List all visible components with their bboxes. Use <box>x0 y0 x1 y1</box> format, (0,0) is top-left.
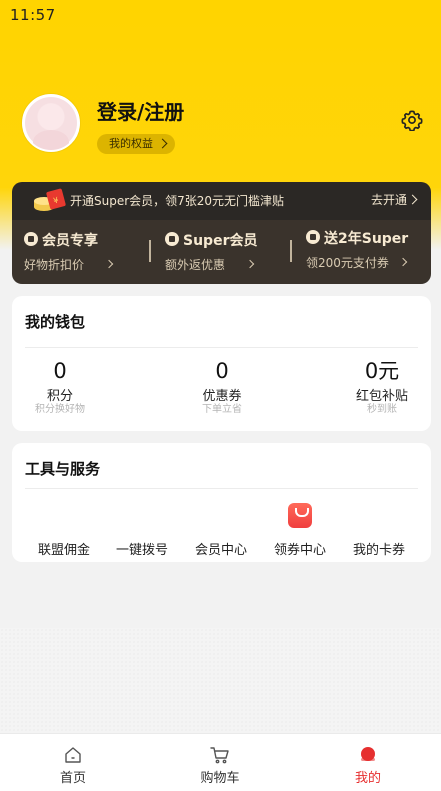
benefit-super[interactable]: Super会员 额外返优惠 <box>165 230 285 276</box>
profile-dot-icon <box>361 747 375 761</box>
crown-icon <box>165 232 179 246</box>
tool-label: 一键拨号 <box>115 543 168 558</box>
member-badge-icon <box>24 232 38 246</box>
my-rights-label: 我的权益 <box>109 137 153 150</box>
content-filler <box>0 628 441 733</box>
wallet-points[interactable]: 0 积分 积分换好物 <box>10 358 110 416</box>
tools-card: 工具与服务 联盟佣金 一键拨号 会员中心 领券中心 我的卡券 <box>12 443 431 562</box>
wallet-title: 我的钱包 <box>25 313 86 331</box>
chevron-right-icon <box>157 138 168 149</box>
tools-title: 工具与服务 <box>25 460 101 478</box>
coupons-label: 优惠券 <box>202 389 242 404</box>
chevron-right-icon <box>104 259 114 269</box>
promo-text: 开通Super会员，领7张20元无门槛津贴 <box>70 194 285 208</box>
benefit-exclusive[interactable]: 会员专享 好物折扣价 <box>24 230 144 276</box>
avatar[interactable] <box>22 94 80 152</box>
tab-mine[interactable]: 我的 <box>318 734 418 791</box>
gear-icon[interactable] <box>401 109 423 131</box>
benefit-title: 会员专享 <box>42 233 98 249</box>
wallet-red-packet[interactable]: 0元 红包补贴 秒到账 <box>332 358 432 416</box>
member-benefits: 会员专享 好物折扣价 Super会员 额外返优惠 送2年Super 领200元支… <box>12 220 431 284</box>
status-bar-time: 11:57 <box>10 6 56 24</box>
bottom-tab-bar: 首页 购物车 我的 <box>0 733 441 791</box>
tab-label: 购物车 <box>200 771 240 786</box>
gift-icon <box>306 230 320 244</box>
wallet-coupons[interactable]: 0 优惠券 下单立省 <box>172 358 272 416</box>
home-icon <box>65 747 81 763</box>
open-membership-link[interactable]: 去开通 <box>371 191 407 208</box>
divider <box>149 240 151 262</box>
red-packet-value: 0元 <box>364 359 400 383</box>
red-packet-label: 红包补贴 <box>355 389 408 404</box>
tab-label: 首页 <box>59 771 86 786</box>
tool-label: 领券中心 <box>273 543 326 558</box>
chevron-right-icon <box>398 257 408 267</box>
wallet-card: 我的钱包 0 积分 积分换好物 0 优惠券 下单立省 0元 红包补贴 秒到账 <box>12 296 431 431</box>
points-label: 积分 <box>46 389 73 404</box>
coupons-value: 0 <box>215 359 229 383</box>
coupon-bag-icon <box>288 503 312 528</box>
tab-home[interactable]: 首页 <box>23 734 123 791</box>
my-rights-button[interactable]: 我的权益 <box>97 134 175 154</box>
benefit-subtitle: 好物折扣价 <box>24 258 85 272</box>
points-value: 0 <box>53 359 67 383</box>
super-member-promo-bar[interactable]: ¥ 开通Super会员，领7张20元无门槛津贴 去开通 <box>12 182 431 220</box>
avatar-placeholder-icon <box>25 97 77 150</box>
chevron-right-icon <box>245 259 255 269</box>
profile-header: 登录/注册 我的权益 <box>20 92 430 156</box>
tool-label: 我的卡券 <box>352 543 405 558</box>
benefit-subtitle: 领200元支付券 <box>306 256 389 270</box>
chevron-right-icon <box>407 194 418 205</box>
tab-label: 我的 <box>354 771 381 786</box>
benefit-title: 送2年Super <box>324 231 409 247</box>
divider <box>25 347 418 348</box>
divider <box>25 488 418 489</box>
red-envelope-icon: ¥ <box>34 188 66 211</box>
tool-label: 联盟佣金 <box>37 543 90 558</box>
benefit-subtitle: 额外返优惠 <box>165 258 226 272</box>
red-packet-subtitle: 秒到账 <box>367 404 397 415</box>
tool-label: 会员中心 <box>194 543 247 558</box>
divider <box>290 240 292 262</box>
benefit-gift[interactable]: 送2年Super 领200元支付券 <box>306 228 426 274</box>
points-subtitle: 积分换好物 <box>35 404 85 415</box>
login-register-link[interactable]: 登录/注册 <box>97 96 184 125</box>
cart-icon <box>210 747 229 764</box>
benefit-title: Super会员 <box>183 233 258 249</box>
tab-cart[interactable]: 购物车 <box>170 734 270 791</box>
coupons-subtitle: 下单立省 <box>202 404 242 415</box>
